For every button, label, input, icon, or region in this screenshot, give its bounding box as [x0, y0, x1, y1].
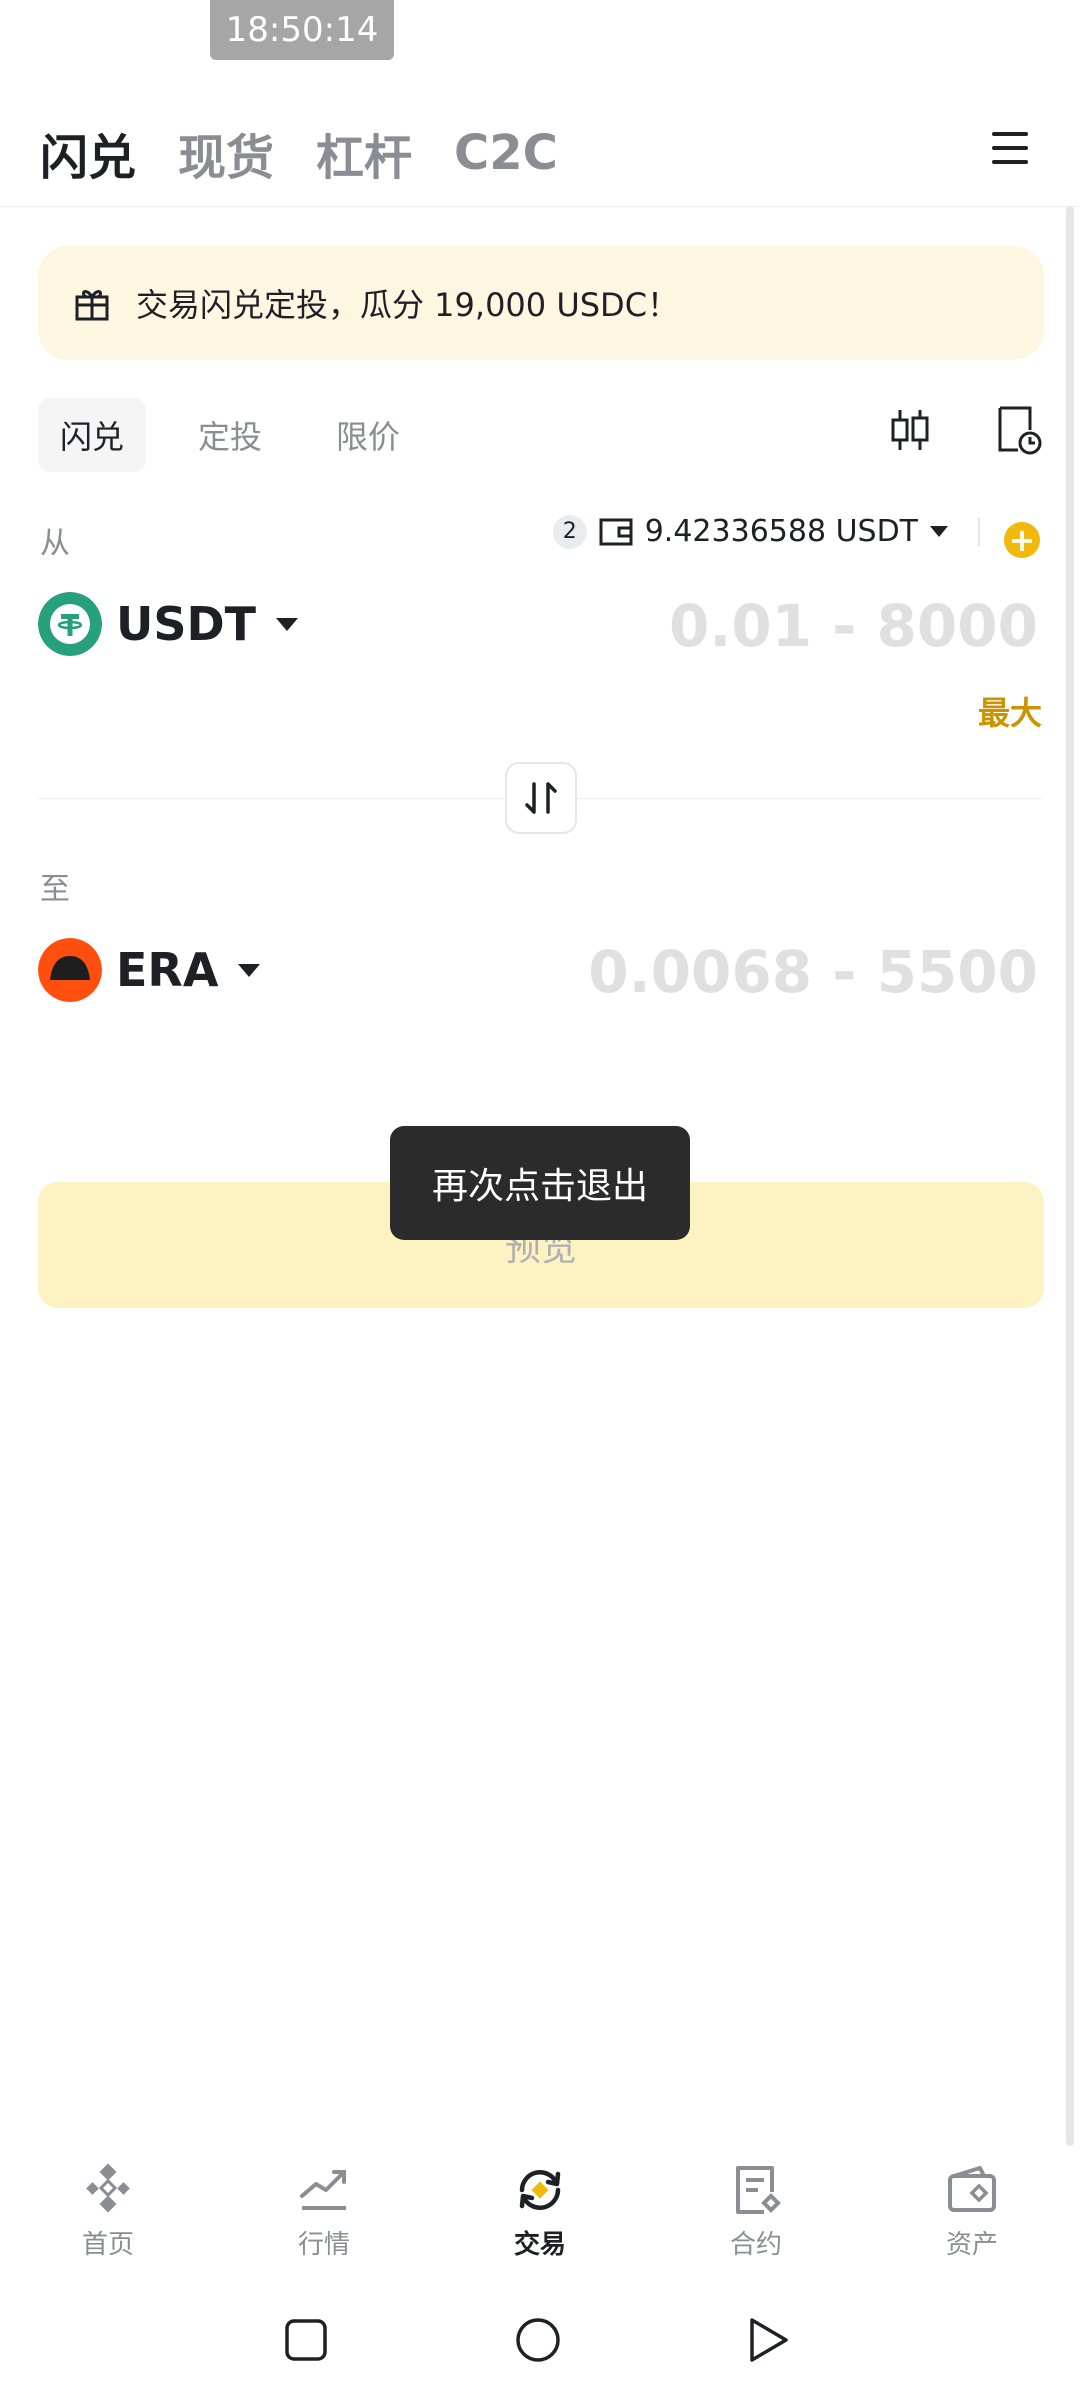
chevron-down-icon — [238, 963, 261, 977]
to-coin-name: ERA — [116, 943, 219, 997]
nav-trade-label: 交易 — [513, 2230, 566, 2260]
banner-text: 交易闪兑定投，瓜分 19,000 USDC！ — [136, 286, 680, 324]
nav-markets[interactable]: 行情 — [254, 2162, 394, 2261]
sub-tabs: 闪兑 定投 限价 — [38, 398, 422, 472]
divider — [978, 517, 980, 546]
back-triangle-icon[interactable] — [738, 2310, 798, 2370]
home-circle-icon[interactable] — [508, 2310, 568, 2370]
nav-trade[interactable]: 交易 — [470, 2162, 610, 2261]
tab-margin[interactable]: 杠杆 — [316, 118, 412, 188]
from-coin-name: USDT — [116, 597, 257, 651]
market-trend-icon — [300, 2170, 346, 2210]
to-amount-input[interactable]: 0.0068 - 5500 — [588, 938, 1038, 1006]
swap-direction-button[interactable] — [505, 762, 577, 834]
from-amount-input[interactable]: 0.01 - 8000 — [669, 592, 1038, 660]
wallet-count-badge: 2 — [552, 514, 587, 549]
max-button[interactable]: 最大 — [978, 688, 1042, 734]
nav-futures[interactable]: 合约 — [686, 2162, 826, 2261]
balance-value: 9.42336588 USDT — [644, 514, 918, 549]
nav-assets-label: 资产 — [945, 2230, 998, 2260]
menu-icon[interactable] — [992, 128, 1032, 168]
promo-banner[interactable]: 交易闪兑定投，瓜分 19,000 USDC！ — [38, 246, 1044, 360]
from-coin-selector[interactable]: USDT — [38, 592, 299, 656]
to-coin-selector[interactable]: ERA — [38, 938, 261, 1002]
subtab-recurring[interactable]: 定投 — [176, 398, 284, 472]
tab-c2c[interactable]: C2C — [454, 125, 558, 181]
status-time: 18:50:14 — [210, 0, 394, 60]
home-logo-icon — [86, 2163, 130, 2213]
system-nav-bar — [0, 2300, 1080, 2380]
tab-spot[interactable]: 现货 — [178, 118, 274, 188]
top-tabs: 闪兑 现货 杠杆 C2C — [40, 118, 558, 188]
gift-icon — [75, 290, 109, 321]
chevron-down-icon — [276, 617, 299, 631]
nav-markets-label: 行情 — [297, 2230, 350, 2260]
deposit-plus-button[interactable]: + — [1004, 522, 1040, 558]
subtab-flash-swap[interactable]: 闪兑 — [38, 398, 147, 472]
futures-document-icon — [736, 2166, 781, 2214]
header-divider — [0, 206, 1080, 207]
wallet-assets-icon — [948, 2166, 996, 2212]
scrollbar[interactable] — [1066, 206, 1074, 2146]
to-label: 至 — [40, 872, 70, 907]
from-label: 从 — [40, 526, 70, 561]
wallet-icon — [599, 518, 633, 545]
candlestick-chart-icon[interactable] — [886, 404, 934, 456]
order-history-icon[interactable] — [994, 404, 1042, 456]
recent-apps-icon[interactable] — [276, 2310, 336, 2370]
chevron-down-icon — [930, 526, 948, 537]
era-logo-icon — [38, 938, 102, 1002]
nav-home-label: 首页 — [81, 2230, 134, 2260]
bottom-nav: 首页 行情 交易 合约 资产 — [0, 2162, 1080, 2272]
exit-toast: 再次点击退出 — [390, 1126, 690, 1240]
balance-selector[interactable]: 2 9.42336588 USDT — [552, 514, 980, 549]
trade-swap-icon — [519, 2170, 561, 2210]
tab-flash-swap[interactable]: 闪兑 — [40, 118, 136, 188]
usdt-logo-icon — [38, 592, 102, 656]
swap-arrows-icon — [525, 782, 557, 814]
nav-assets[interactable]: 资产 — [902, 2162, 1042, 2261]
nav-home[interactable]: 首页 — [38, 2162, 178, 2261]
subtab-limit[interactable]: 限价 — [314, 398, 422, 472]
nav-futures-label: 合约 — [729, 2230, 782, 2260]
